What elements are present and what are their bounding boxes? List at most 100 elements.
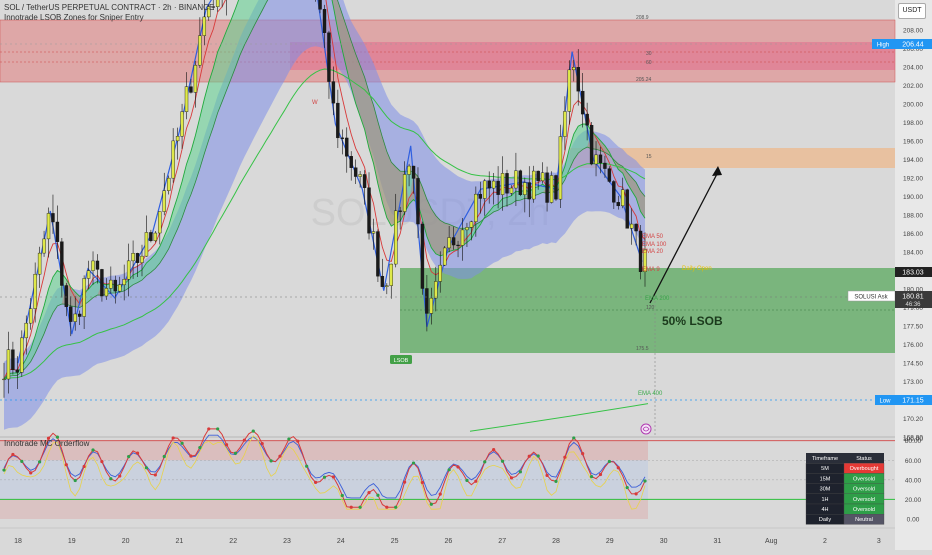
time-tick: 26 xyxy=(445,538,453,545)
candle-body xyxy=(514,170,518,189)
chart-svg[interactable]: SOLUSDT, 2h xyxy=(0,0,932,550)
osc-dot xyxy=(456,465,460,469)
candle-body xyxy=(175,136,180,142)
osc-dot xyxy=(643,479,647,483)
low-price-tag: Low 171.15 xyxy=(875,395,932,405)
osc-dot xyxy=(607,459,611,464)
svg-text:SOLUSI Ask: SOLUSI Ask xyxy=(854,295,888,301)
candle-body xyxy=(442,247,447,266)
time-tick: 2 xyxy=(823,538,827,545)
candle-body xyxy=(491,180,496,189)
osc-dot xyxy=(474,479,478,483)
candle-body xyxy=(46,213,51,240)
svg-text:46:36: 46:36 xyxy=(905,302,921,308)
svg-text:High: High xyxy=(877,43,889,49)
candle-body xyxy=(527,182,531,200)
candle-body xyxy=(327,32,331,82)
candle-body xyxy=(140,255,144,263)
candle-body xyxy=(37,252,42,275)
osc-dot xyxy=(162,454,166,459)
candle-body xyxy=(158,211,162,234)
candle-body xyxy=(389,263,393,286)
osc-dot xyxy=(127,454,131,459)
time-tick: 21 xyxy=(176,538,184,545)
osc-dot xyxy=(278,454,282,458)
candle-body xyxy=(20,337,24,373)
osc-dot xyxy=(198,445,202,450)
table-tf-text: 4H xyxy=(821,507,828,513)
candle-body xyxy=(118,284,122,292)
candle-body xyxy=(135,253,140,263)
osc-dot xyxy=(447,468,451,472)
osc-dot xyxy=(394,505,398,509)
alert-icon[interactable] xyxy=(640,423,652,435)
candle-body xyxy=(86,270,91,279)
ema20-label: EMA 20 xyxy=(642,249,664,255)
indicator-title: Innotrade LSOB Zones for Sniper Entry xyxy=(4,13,144,22)
candle-body xyxy=(447,237,451,249)
price-axis[interactable]: 208.00206.00204.00202.00200.00198.00196.… xyxy=(903,28,923,442)
osc-tick: 40.00 xyxy=(905,477,922,484)
time-tick: 20 xyxy=(122,538,130,545)
table-tf-text: 1H xyxy=(821,497,828,503)
candle-body xyxy=(42,238,46,254)
svg-text:175.5: 175.5 xyxy=(636,346,649,352)
currency-button[interactable]: USDT xyxy=(898,3,926,19)
osc-dot xyxy=(589,475,594,479)
time-tick: 22 xyxy=(229,538,237,545)
candle-body xyxy=(6,349,11,380)
candle-body xyxy=(402,174,407,212)
time-tick: 25 xyxy=(391,538,399,545)
candle-body xyxy=(407,165,411,175)
candle-body xyxy=(540,172,545,182)
osc-dot xyxy=(29,471,33,475)
candle-body xyxy=(122,279,126,286)
osc-dot xyxy=(367,490,371,495)
price-tick: 174.50 xyxy=(903,361,923,368)
table-status-text: Overbought xyxy=(850,466,879,472)
candle-body xyxy=(416,178,420,225)
osc-dot xyxy=(625,485,629,490)
svg-text:120: 120 xyxy=(646,305,655,311)
osc-dot xyxy=(500,459,505,463)
time-tick: 19 xyxy=(68,538,76,545)
table-tf-text: 30M xyxy=(820,487,831,493)
current-price-tag: 183.03 xyxy=(895,267,932,277)
candle-body xyxy=(474,193,478,222)
chart-root: SOLUSDT, 2h xyxy=(0,0,932,550)
candle-body xyxy=(496,180,500,195)
table-header-timeframe: Timeframe xyxy=(812,456,838,462)
candle-body xyxy=(322,9,327,33)
candle-body xyxy=(376,231,380,277)
osc-dot xyxy=(598,472,603,477)
time-tick: 29 xyxy=(606,538,614,545)
osc-dot xyxy=(420,480,425,485)
candle-body xyxy=(576,67,580,92)
osc-dot xyxy=(581,452,585,456)
osc-dot xyxy=(554,479,558,483)
candle-body xyxy=(2,378,6,381)
oscillator-title: Innotrade MC Orderflow xyxy=(4,439,90,448)
price-tick: 190.00 xyxy=(903,194,923,201)
candle-body xyxy=(340,137,345,139)
candle-body xyxy=(500,173,505,195)
candle-body xyxy=(629,223,634,229)
candle-body xyxy=(505,173,509,194)
candle-body xyxy=(73,313,77,322)
price-tick: 184.00 xyxy=(903,250,923,257)
candle-body xyxy=(202,16,207,36)
candle-body xyxy=(11,349,15,371)
candle-body xyxy=(55,221,60,242)
price-tick: 186.00 xyxy=(903,231,923,238)
osc-dot xyxy=(207,427,211,431)
candle-body xyxy=(398,210,402,212)
svg-text:206.44: 206.44 xyxy=(902,42,924,49)
osc-dot xyxy=(349,505,353,509)
svg-text:208.9: 208.9 xyxy=(636,15,649,21)
osc-dot xyxy=(144,466,149,470)
candle-body xyxy=(411,165,416,179)
osc-dot xyxy=(287,437,291,441)
osc-dot xyxy=(305,464,309,468)
time-tick: 31 xyxy=(714,538,722,545)
table-status-text: Oversold xyxy=(853,476,875,482)
